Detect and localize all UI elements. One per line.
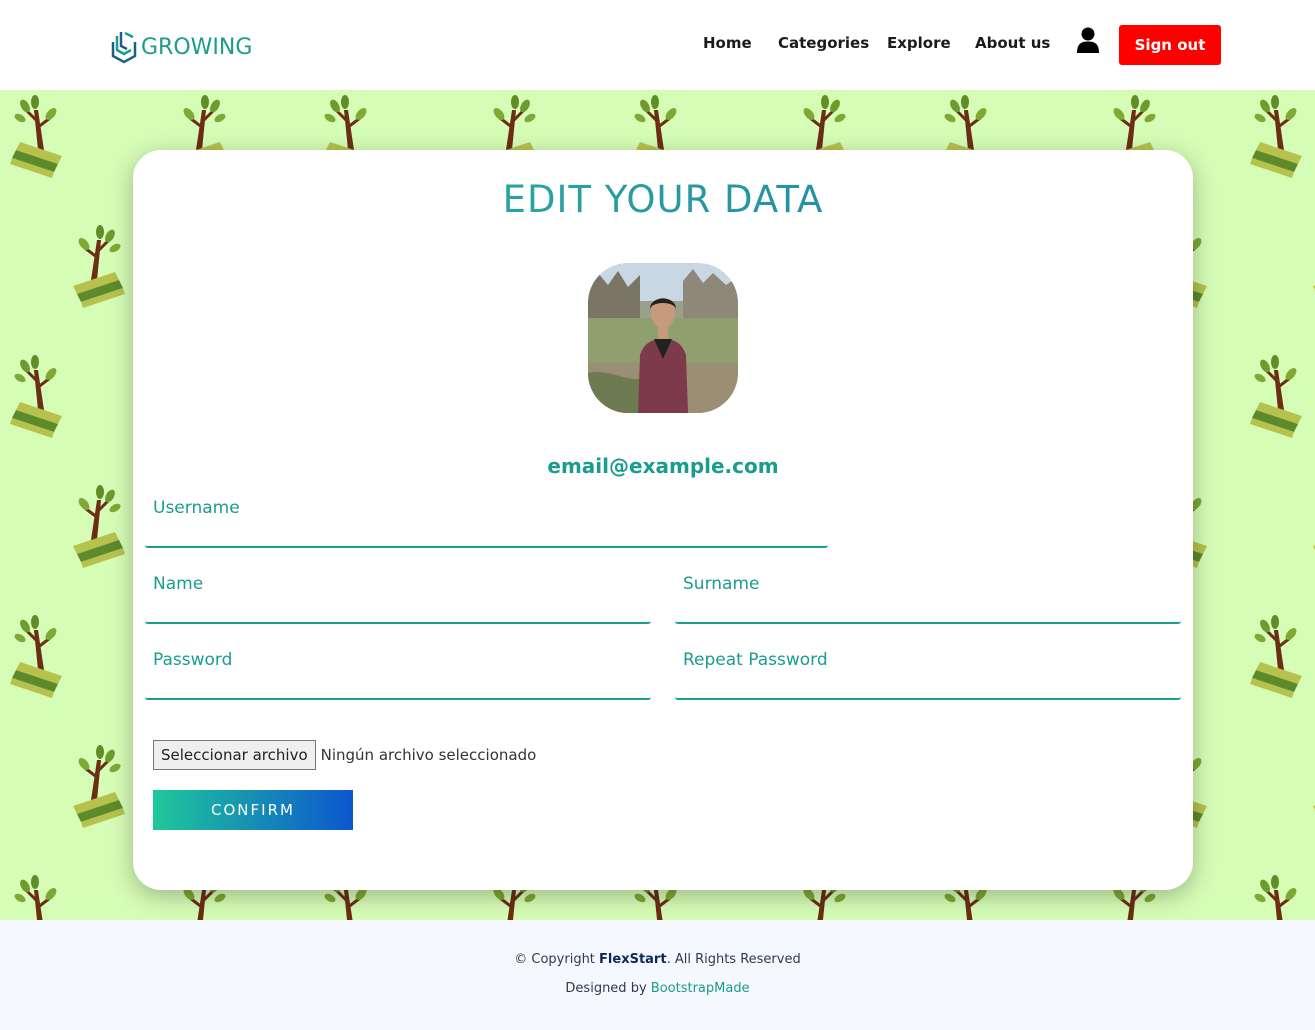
repeat-password-label: Repeat Password [683,650,828,670]
copyright-prefix: © Copyright [514,952,595,967]
name-label: Name [153,574,204,594]
nav-about-us[interactable]: About us [975,34,1050,52]
footer-brand: FlexStart [599,952,667,967]
repeat-password-input[interactable] [675,672,1181,696]
file-upload: Seleccionar archivo Ningún archivo selec… [153,740,536,770]
password-input[interactable] [145,672,651,696]
tree-pattern-motif [10,355,62,438]
name-field[interactable]: Name [145,574,651,624]
repeat-password-field[interactable]: Repeat Password [675,650,1181,700]
nav-home[interactable]: Home [703,34,752,52]
tree-pattern-motif [73,745,125,828]
copyright-suffix: . All Rights Reserved [666,952,801,967]
sign-out-button[interactable]: Sign out [1119,25,1221,65]
tree-pattern-motif [14,875,57,920]
username-field[interactable]: Username [145,498,828,548]
tree-pattern-motif [1250,95,1302,178]
tree-pattern-motif [10,95,62,178]
tree-pattern-motif [1250,615,1302,698]
user-icon[interactable] [1076,26,1100,54]
page-title: EDIT YOUR DATA [133,178,1193,221]
tree-pattern-motif [73,225,125,308]
brand-logo[interactable]: GROWING [110,30,252,64]
password-field[interactable]: Password [145,650,651,700]
username-input[interactable] [145,520,828,544]
logo-mark-icon [111,31,137,64]
top-navbar: GROWING Home Categories Explore About us… [0,0,1315,90]
choose-file-button[interactable]: Seleccionar archivo [153,740,316,770]
tree-pattern-motif [10,615,62,698]
nav-explore[interactable]: Explore [887,34,951,52]
designed-by-label: Designed by [565,981,647,996]
designed-by-line: Designed by BootstrapMade [0,981,1315,996]
password-label: Password [153,650,233,670]
edit-profile-card: EDIT YOUR DATA email@example.com Usernam… [133,150,1193,890]
username-label: Username [153,498,240,518]
page-footer: © Copyright FlexStart. All Rights Reserv… [0,920,1315,1030]
profile-avatar [588,263,738,413]
surname-label: Surname [683,574,760,594]
designer-link[interactable]: BootstrapMade [651,981,750,996]
file-status-text: Ningún archivo seleccionado [320,746,537,764]
logo-text: GROWING [141,34,253,60]
user-email: email@example.com [547,454,779,478]
surname-input[interactable] [675,596,1181,620]
name-input[interactable] [145,596,651,620]
tree-pattern-motif [1250,355,1302,438]
confirm-button[interactable]: CONFIRM [153,790,353,830]
tree-pattern-motif [73,485,125,568]
surname-field[interactable]: Surname [675,574,1181,624]
copyright-line: © Copyright FlexStart. All Rights Reserv… [0,952,1315,967]
nav-categories[interactable]: Categories [778,34,869,52]
tree-pattern-motif [1254,875,1297,920]
